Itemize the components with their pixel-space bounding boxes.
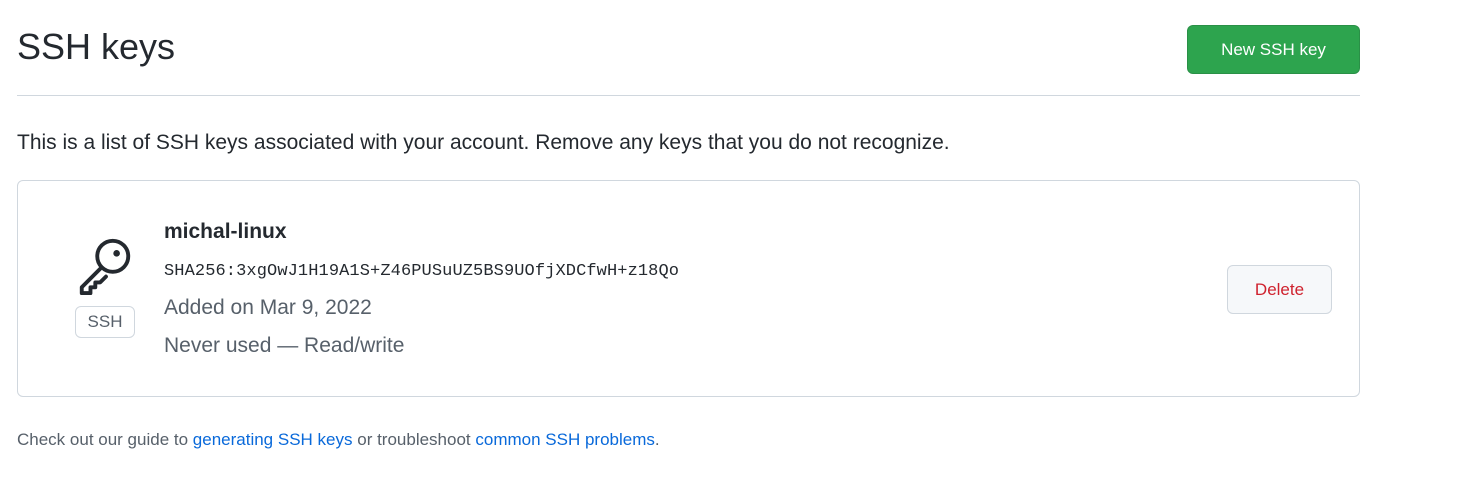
key-icon <box>79 238 131 295</box>
key-type-badge: SSH <box>75 306 135 338</box>
key-added-date: Added on Mar 9, 2022 <box>164 296 372 319</box>
key-fingerprint: SHA256:3xgOwJ1H19A1S+Z46PUSuUZ5BS9UOfjXD… <box>164 262 680 281</box>
delete-key-button[interactable]: Delete <box>1227 265 1332 314</box>
key-title: michal-linux <box>164 220 287 243</box>
footer-middle: or troubleshoot <box>357 430 471 449</box>
footer-note: Check out our guide to generating SSH ke… <box>17 429 660 451</box>
page-description: This is a list of SSH keys associated wi… <box>17 131 950 154</box>
key-usage: Never used — Read/write <box>164 334 405 357</box>
common-ssh-problems-link[interactable]: common SSH problems <box>475 430 655 449</box>
ssh-key-list-item: SSH michal-linux SHA256:3xgOwJ1H19A1S+Z4… <box>17 180 1360 397</box>
footer-prefix: Check out our guide to <box>17 430 189 449</box>
page-title: SSH keys <box>17 26 176 67</box>
footer-suffix: . <box>654 430 660 449</box>
key-details: michal-linux SHA256:3xgOwJ1H19A1S+Z46PUS… <box>164 219 679 359</box>
generating-ssh-keys-link[interactable]: generating SSH keys <box>193 430 353 449</box>
page-header: SSH keys New SSH key <box>17 0 1360 96</box>
key-icon-container: SSH <box>74 233 136 338</box>
new-ssh-key-button[interactable]: New SSH key <box>1187 25 1360 74</box>
